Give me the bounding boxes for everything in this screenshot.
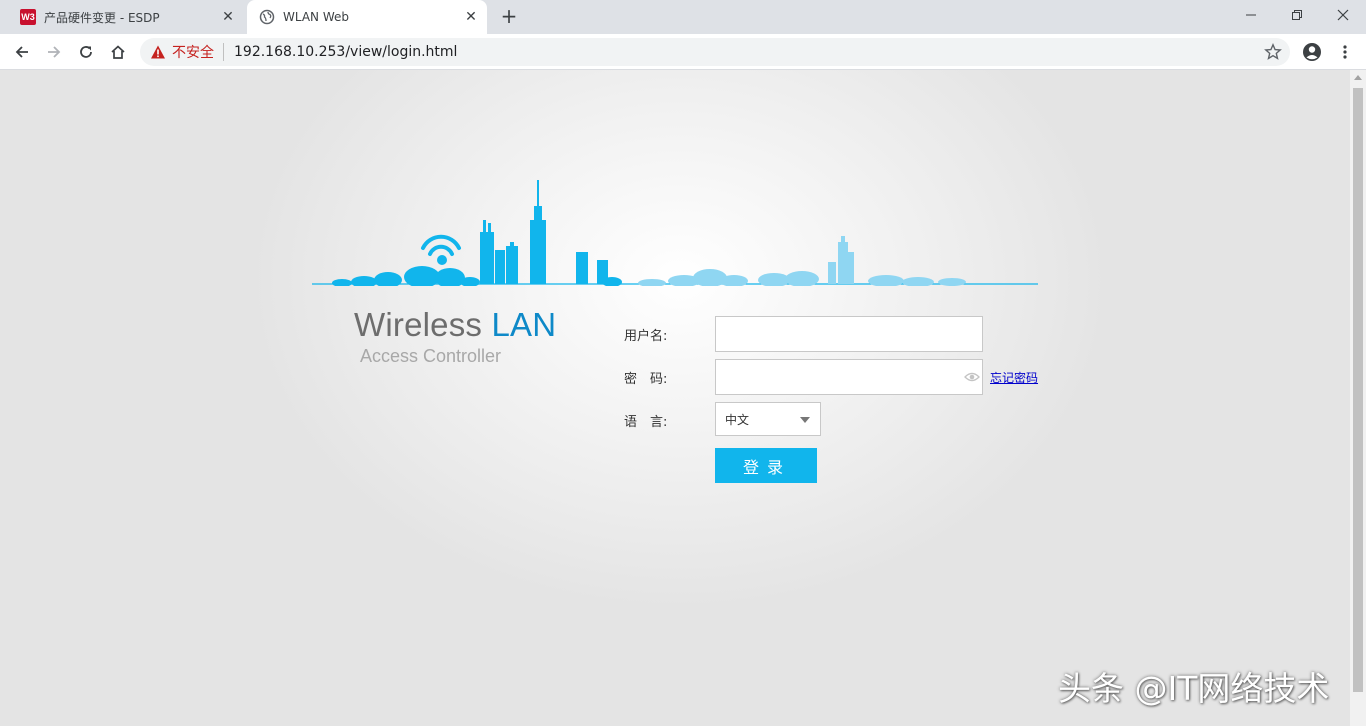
page-scrollbar[interactable] — [1350, 70, 1366, 726]
brand-subtitle: Access Controller — [360, 346, 502, 366]
arrow-left-icon — [15, 46, 28, 58]
arrow-right-icon — [48, 46, 61, 58]
menu-button[interactable] — [1331, 38, 1359, 66]
address-divider — [223, 43, 224, 61]
forward-button[interactable] — [40, 38, 68, 66]
eye-icon[interactable] — [964, 371, 980, 383]
home-button[interactable] — [104, 38, 132, 66]
close-tab-icon[interactable]: ✕ — [461, 7, 481, 27]
warning-icon — [151, 45, 165, 59]
home-icon — [111, 45, 125, 59]
brand-title-lan: LAN — [491, 306, 557, 343]
close-icon — [1337, 9, 1349, 21]
restore-button[interactable] — [1274, 0, 1320, 30]
caret-down-icon — [800, 417, 810, 423]
profile-button[interactable] — [1298, 38, 1326, 66]
url-text[interactable]: 192.168.10.253/view/login.html — [234, 44, 457, 60]
brand-title-wireless: Wireless — [354, 306, 483, 343]
language-selected-value: 中文 — [725, 412, 750, 427]
watermark-text: 头条 @IT网络技术 — [1058, 669, 1330, 708]
restore-icon — [1292, 10, 1302, 20]
tab-title: 产品硬件变更 - ESDP — [44, 10, 160, 25]
tab-strip: W3 产品硬件变更 - ESDP ✕ WLAN Web ✕ + — [0, 0, 1366, 34]
password-label: 密 码: — [624, 372, 668, 387]
minimize-icon — [1246, 14, 1256, 16]
brand-title: Wireless LAN — [354, 306, 556, 344]
reload-icon — [80, 46, 92, 58]
username-label: 用户名: — [624, 329, 668, 344]
scrollbar-thumb[interactable] — [1353, 88, 1363, 692]
address-bar[interactable]: 不安全 192.168.10.253/view/login.html — [140, 38, 1290, 66]
reload-button[interactable] — [72, 38, 100, 66]
minimize-button[interactable] — [1228, 0, 1274, 30]
tab-title: WLAN Web — [283, 10, 349, 24]
close-window-button[interactable] — [1320, 0, 1366, 30]
account-icon — [1303, 43, 1321, 61]
browser-toolbar: 不安全 192.168.10.253/view/login.html — [0, 34, 1366, 70]
password-input[interactable] — [715, 359, 983, 395]
globe-icon — [259, 9, 275, 25]
scroll-up-icon[interactable] — [1354, 75, 1362, 80]
close-tab-icon[interactable]: ✕ — [218, 7, 238, 27]
new-tab-button[interactable]: + — [498, 6, 520, 28]
language-label: 语 言: — [624, 415, 668, 430]
username-input[interactable] — [715, 316, 983, 352]
tab-wlan-web[interactable]: WLAN Web ✕ — [247, 0, 487, 34]
city-skyline-illustration — [312, 180, 1038, 286]
login-page: Wireless LAN Access Controller 用户名: 密 码:… — [0, 70, 1350, 726]
more-vert-icon — [1343, 45, 1347, 59]
w3-logo-icon: W3 — [20, 9, 36, 25]
tab-esdp[interactable]: W3 产品硬件变更 - ESDP ✕ — [8, 0, 244, 34]
security-status[interactable]: 不安全 — [172, 42, 214, 62]
star-icon[interactable] — [1264, 43, 1282, 61]
forgot-password-link[interactable]: 忘记密码 — [990, 369, 1038, 386]
language-select[interactable]: 中文 — [715, 402, 821, 436]
login-button[interactable]: 登录 — [715, 448, 817, 483]
back-button[interactable] — [8, 38, 36, 66]
